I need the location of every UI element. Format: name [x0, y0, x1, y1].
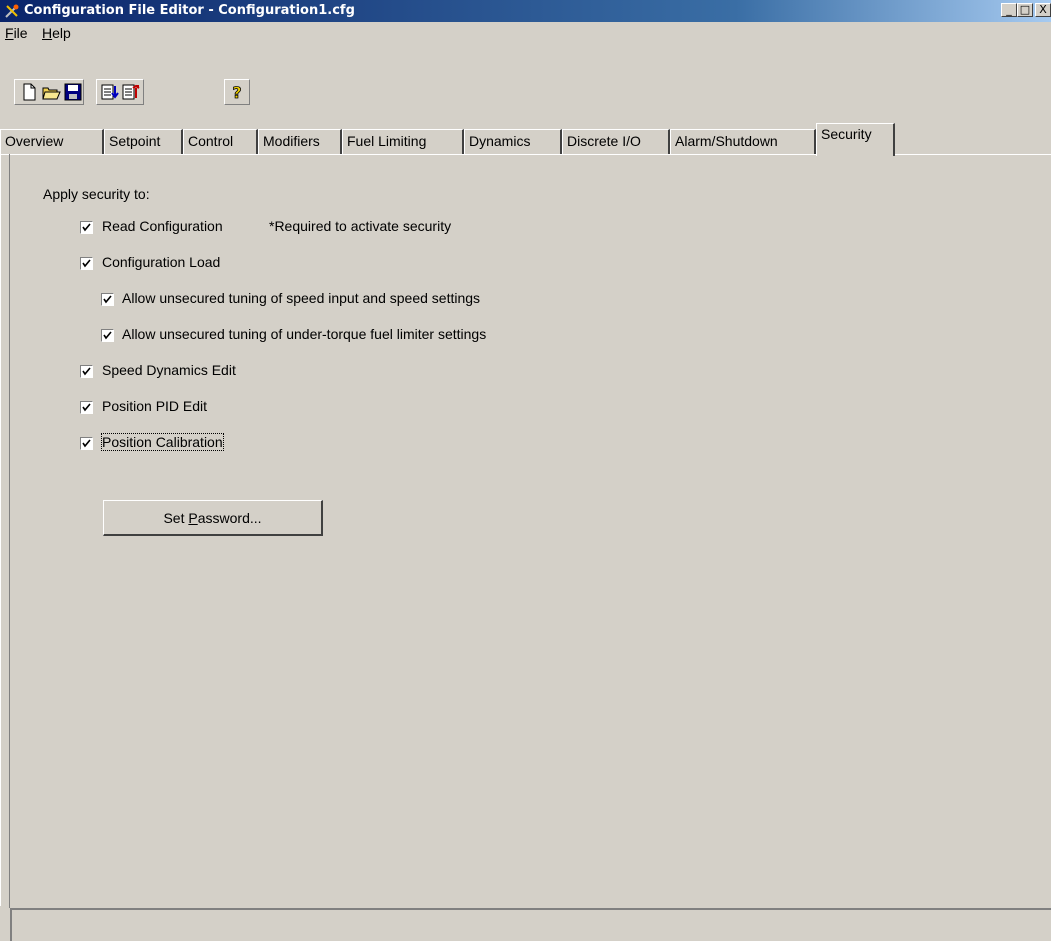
checkmark-icon [103, 295, 112, 304]
save-file-button[interactable] [63, 82, 83, 102]
tab-security[interactable]: Security [816, 123, 895, 156]
set-password-button[interactable]: Set Password... [103, 500, 323, 536]
help-question-icon: ? [232, 83, 242, 103]
configuration-load-checkbox[interactable] [80, 257, 93, 270]
speed-dynamics-edit-label: Speed Dynamics Edit [102, 362, 236, 378]
minimize-button[interactable]: _ [1001, 3, 1017, 17]
position-pid-edit-checkbox[interactable] [80, 401, 93, 414]
window-title: Configuration File Editor - Configuratio… [24, 3, 355, 18]
tab-dynamics[interactable]: Dynamics [464, 129, 562, 155]
tab-alarm-shutdown[interactable]: Alarm/Shutdown [670, 129, 816, 155]
apply-security-heading: Apply security to: [43, 186, 150, 202]
svg-text:?: ? [232, 83, 241, 102]
required-note: *Required to activate security [269, 218, 452, 234]
position-calibration-checkbox[interactable] [80, 437, 93, 450]
read-configuration-checkbox[interactable] [80, 221, 93, 234]
tab-modifiers[interactable]: Modifiers [258, 129, 342, 155]
checkmark-icon [103, 331, 112, 340]
menu-file[interactable]: File [5, 25, 28, 41]
checkmark-icon [82, 367, 91, 376]
menu-bar: File Help [0, 22, 1051, 44]
menu-help[interactable]: Help [42, 25, 71, 41]
associate-up-icon [122, 84, 140, 100]
tab-discrete-io[interactable]: Discrete I/O [562, 129, 670, 155]
new-file-icon [23, 83, 36, 101]
help-button[interactable]: ? [227, 82, 247, 103]
checkmark-icon [82, 223, 91, 232]
checkmark-icon [82, 259, 91, 268]
save-disk-icon [64, 83, 82, 101]
checkmark-icon [82, 439, 91, 448]
open-file-button[interactable] [41, 82, 61, 102]
tools-icon [5, 4, 19, 18]
speed-dynamics-edit-checkbox[interactable] [80, 365, 93, 378]
allow-speed-tuning-label: Allow unsecured tuning of speed input an… [122, 290, 481, 306]
toolbar-associate-group [96, 79, 144, 105]
close-button[interactable]: X [1035, 3, 1051, 17]
allow-under-torque-checkbox[interactable] [101, 329, 114, 342]
allow-speed-tuning-checkbox[interactable] [101, 293, 114, 306]
tab-strip: Overview Setpoint Control Modifiers Fuel… [0, 117, 1051, 156]
configuration-load-label: Configuration Load [102, 254, 221, 270]
tab-setpoint[interactable]: Setpoint [104, 129, 183, 155]
toolbar-file-group [14, 79, 84, 105]
maximize-button[interactable]: □ [1017, 3, 1033, 17]
checkmark-icon [82, 403, 91, 412]
tab-fuel-limiting[interactable]: Fuel Limiting [342, 129, 464, 155]
associate-up-button[interactable] [121, 82, 141, 102]
panel-left-edge [9, 154, 10, 908]
allow-under-torque-label: Allow unsecured tuning of under-torque f… [122, 326, 487, 342]
position-pid-edit-label: Position PID Edit [102, 398, 208, 414]
open-folder-icon [42, 87, 61, 100]
toolbar-help-group: ? [224, 79, 250, 105]
new-file-button[interactable] [19, 82, 39, 102]
position-calibration-label: Position Calibration [101, 433, 224, 451]
associate-down-icon [101, 84, 119, 100]
associate-down-button[interactable] [100, 82, 120, 102]
tab-overview[interactable]: Overview [0, 129, 104, 155]
status-bar [10, 908, 1051, 941]
tab-control[interactable]: Control [183, 129, 258, 155]
title-bar: Configuration File Editor - Configuratio… [0, 0, 1051, 22]
read-configuration-label: Read Configuration [102, 218, 223, 234]
